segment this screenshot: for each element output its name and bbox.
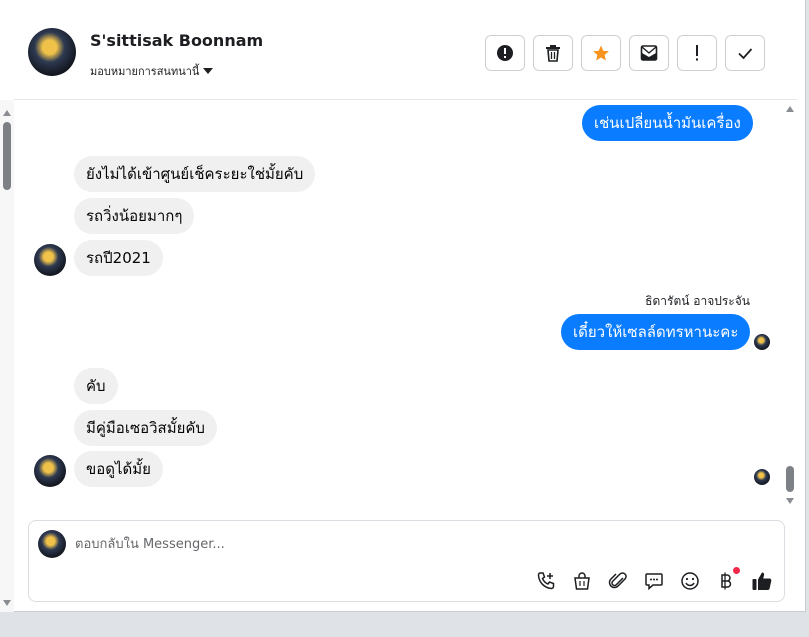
conversation-header: S'sittisak Boonnam มอบหมายการสนทนานี้ bbox=[14, 0, 797, 100]
notification-dot bbox=[733, 567, 740, 574]
outgoing-message[interactable]: เช่นเปลี่ยนน้ำมันเครื่อง bbox=[582, 105, 753, 141]
baht-icon bbox=[721, 572, 732, 590]
scrollbar-thumb[interactable] bbox=[3, 122, 11, 190]
like-button[interactable] bbox=[750, 569, 774, 593]
incoming-message[interactable]: มีคู่มือเซอวิสมั้ยคับ bbox=[74, 410, 217, 446]
saved-replies-button[interactable] bbox=[642, 569, 666, 593]
mark-done-button[interactable] bbox=[725, 35, 765, 71]
contact-avatar-small bbox=[34, 455, 66, 487]
incoming-message[interactable]: รถวิ่งน้อยมากๆ bbox=[74, 198, 195, 234]
mark-unread-button[interactable] bbox=[629, 35, 669, 71]
exclamation-icon bbox=[696, 45, 698, 61]
conversation-panel: S'sittisak Boonnam มอบหมายการสนทนานี้ เช… bbox=[0, 0, 806, 612]
shopping-bag-icon bbox=[574, 572, 590, 590]
call-add-icon bbox=[537, 572, 555, 590]
incoming-message[interactable]: คับ bbox=[74, 368, 118, 404]
call-add-button[interactable] bbox=[534, 569, 558, 593]
scroll-up-arrow-icon[interactable] bbox=[786, 106, 794, 112]
incoming-message[interactable]: ขอดูได้มั้ย bbox=[74, 451, 163, 487]
report-spam-button[interactable] bbox=[485, 35, 525, 71]
seen-avatar bbox=[754, 334, 770, 350]
sender-name: ธิดารัตน์ อาจประจัน bbox=[645, 294, 750, 308]
seen-avatar bbox=[754, 469, 770, 485]
alert-circle-icon bbox=[497, 45, 513, 61]
thread-scrollbar[interactable] bbox=[784, 100, 797, 512]
reply-input[interactable] bbox=[75, 533, 765, 555]
composer-toolbar bbox=[534, 567, 774, 593]
payment-button[interactable] bbox=[714, 567, 740, 593]
thumbs-up-icon bbox=[752, 572, 772, 590]
page-avatar bbox=[38, 530, 66, 558]
contact-name[interactable]: S'sittisak Boonnam bbox=[90, 31, 263, 50]
reply-composer bbox=[28, 520, 785, 602]
contact-avatar-small bbox=[34, 244, 66, 276]
envelope-icon bbox=[640, 45, 658, 61]
incoming-message[interactable]: ยังไม่ได้เข้าศูนย์เช็คระยะใช่มั้ยคับ bbox=[74, 156, 316, 192]
follow-up-button[interactable] bbox=[677, 35, 717, 71]
paperclip-icon bbox=[608, 572, 627, 589]
message-thread: เช่นเปลี่ยนน้ำมันเครื่อง ยังไม่ได้เข้าศู… bbox=[14, 100, 784, 512]
delete-button[interactable] bbox=[533, 35, 573, 71]
trash-icon bbox=[546, 45, 560, 62]
assign-conversation-dropdown[interactable]: มอบหมายการสนทนานี้ bbox=[90, 62, 214, 80]
conversation-actions bbox=[485, 35, 765, 71]
shop-button[interactable] bbox=[570, 569, 594, 593]
assign-label: มอบหมายการสนทนานี้ bbox=[90, 65, 200, 78]
scrollbar-thumb[interactable] bbox=[786, 466, 794, 492]
chat-bubble-icon bbox=[645, 573, 663, 591]
caret-down-icon bbox=[203, 68, 214, 74]
contact-avatar[interactable] bbox=[28, 28, 76, 76]
incoming-message[interactable]: รถปี2021 bbox=[74, 240, 163, 276]
scroll-down-arrow-icon[interactable] bbox=[786, 498, 794, 504]
checkmark-icon bbox=[738, 48, 753, 60]
outgoing-message[interactable]: เดี๋ยวให้เซลล์ดทรหานะคะ bbox=[561, 314, 751, 350]
star-button[interactable] bbox=[581, 35, 621, 71]
smiley-icon bbox=[681, 572, 699, 590]
emoji-button[interactable] bbox=[678, 569, 702, 593]
scroll-up-arrow-icon[interactable] bbox=[3, 110, 11, 116]
attach-button[interactable] bbox=[606, 569, 630, 593]
star-icon bbox=[593, 45, 609, 61]
scroll-down-arrow-icon[interactable] bbox=[3, 600, 11, 606]
outer-scrollbar[interactable] bbox=[0, 100, 14, 612]
